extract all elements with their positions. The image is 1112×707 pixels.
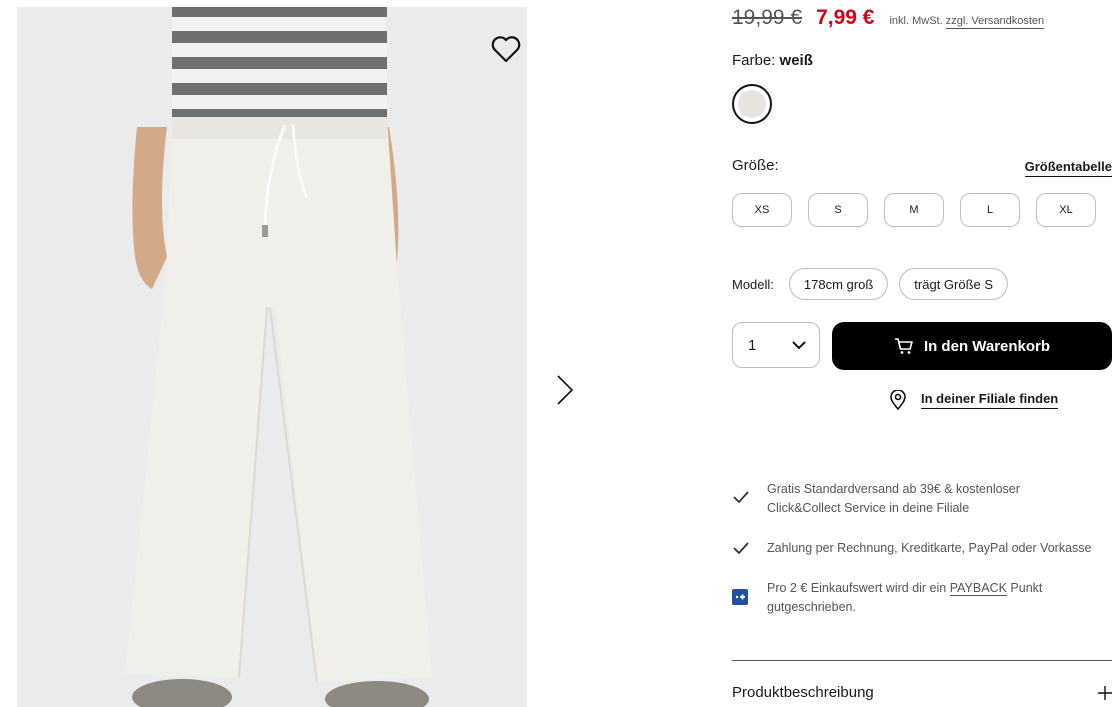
color-label-text: Farbe: bbox=[732, 52, 776, 69]
cart-icon bbox=[894, 338, 913, 354]
benefit-shipping-text: Gratis Standardversand ab 39€ & kostenlo… bbox=[767, 482, 1020, 515]
add-to-cart-label: In den Warenkorb bbox=[923, 337, 1051, 355]
product-image[interactable] bbox=[17, 7, 527, 707]
payback-prefix: Pro 2 € Einkaufswert wird dir ein bbox=[767, 581, 947, 595]
benefit-shipping: Gratis Standardversand ab 39€ & kostenlo… bbox=[732, 480, 1112, 518]
heart-icon bbox=[491, 36, 521, 63]
location-pin-icon bbox=[890, 390, 906, 410]
tax-note-text: inkl. MwSt. bbox=[889, 15, 943, 27]
color-label: Farbe: weiß bbox=[732, 52, 813, 69]
product-description-accordion[interactable]: Produktbeschreibung bbox=[732, 684, 1112, 701]
payback-link[interactable]: PAYBACK bbox=[949, 581, 1007, 596]
find-in-store-label: In deiner Filiale finden bbox=[921, 391, 1059, 409]
checkmark-icon bbox=[733, 491, 749, 504]
product-photo bbox=[17, 7, 527, 707]
size-label: Größe: bbox=[732, 157, 779, 174]
model-size-pill: trägt Größe S bbox=[899, 268, 1009, 300]
color-swatch-white[interactable] bbox=[732, 84, 772, 124]
size-button-l[interactable]: L bbox=[960, 193, 1020, 227]
model-height-pill: 178cm groß bbox=[788, 268, 889, 300]
plus-icon bbox=[1098, 685, 1112, 700]
size-button-s[interactable]: S bbox=[808, 193, 868, 227]
add-to-cart-button[interactable]: In den Warenkorb bbox=[832, 322, 1112, 370]
size-options: XS S M L XL bbox=[732, 193, 1112, 227]
benefit-payback-text: Pro 2 € Einkaufswert wird dir ein PAYBAC… bbox=[767, 579, 1057, 617]
payback-icon bbox=[732, 589, 748, 605]
product-details: 19,99 € 7,99 € inkl. MwSt. zzgl. Versand… bbox=[732, 0, 1112, 707]
checkmark-icon bbox=[733, 542, 749, 555]
next-image-button[interactable] bbox=[549, 370, 579, 410]
product-description-title: Produktbeschreibung bbox=[732, 684, 874, 701]
selected-color: weiß bbox=[779, 52, 813, 69]
chevron-right-icon bbox=[557, 375, 574, 405]
wishlist-button[interactable] bbox=[488, 31, 524, 67]
find-in-store-link[interactable]: In deiner Filiale finden bbox=[889, 390, 1059, 410]
benefit-payback: Pro 2 € Einkaufswert wird dir ein PAYBAC… bbox=[732, 579, 1112, 617]
model-label: Modell: bbox=[732, 276, 774, 292]
size-chart-link[interactable]: Größentabelle bbox=[1024, 159, 1112, 177]
benefit-payment-text: Zahlung per Rechnung, Kreditkarte, PayPa… bbox=[767, 541, 1092, 555]
tax-note: inkl. MwSt. zzgl. Versandkosten bbox=[889, 15, 1045, 29]
chevron-down-icon bbox=[792, 341, 806, 350]
shipping-costs-link[interactable]: zzgl. Versandkosten bbox=[945, 15, 1045, 29]
divider bbox=[732, 660, 1112, 661]
quantity-select[interactable]: 1 bbox=[732, 322, 820, 368]
size-button-xs[interactable]: XS bbox=[732, 193, 792, 227]
benefit-payment: Zahlung per Rechnung, Kreditkarte, PayPa… bbox=[732, 539, 1112, 560]
model-info: Modell: 178cm groß trägt Größe S bbox=[732, 268, 1019, 300]
old-price: 19,99 € bbox=[732, 6, 803, 29]
quantity-value: 1 bbox=[748, 336, 757, 354]
price-row: 19,99 € 7,99 € inkl. MwSt. zzgl. Versand… bbox=[732, 6, 1045, 30]
size-button-m[interactable]: M bbox=[884, 193, 944, 227]
swatch-fill bbox=[738, 90, 766, 118]
size-button-xl[interactable]: XL bbox=[1036, 193, 1096, 227]
sale-price: 7,99 € bbox=[816, 6, 875, 29]
